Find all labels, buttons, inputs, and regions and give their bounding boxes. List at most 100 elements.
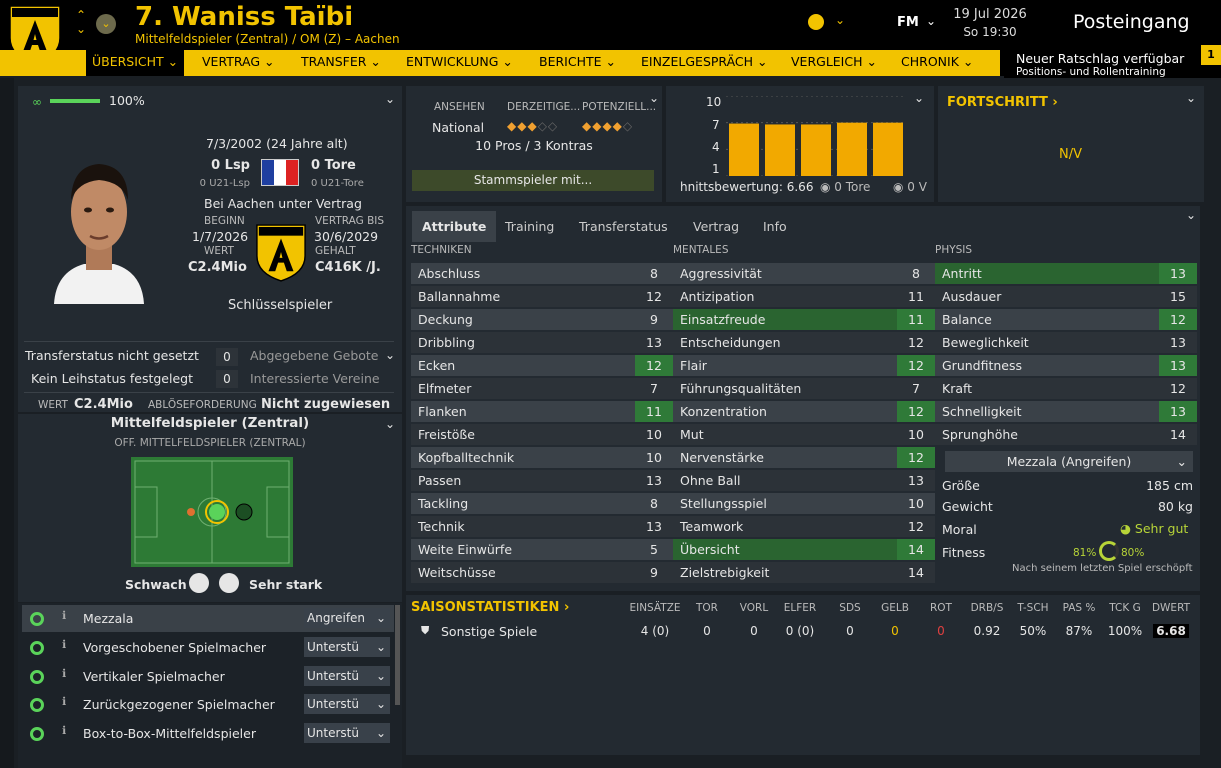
attribute-row[interactable]: Flanken 11 <box>411 401 673 424</box>
attribute-row[interactable]: Einsatzfreude 11 <box>673 309 935 332</box>
morale-value[interactable]: ◕ Sehr gut <box>1120 521 1188 536</box>
tab-vergleich[interactable]: VERGLEICH ⌄ <box>791 50 877 74</box>
role-row[interactable]: ℹ Vorgeschobener Spielmacher Unterstü ⌄ <box>22 634 394 661</box>
attribute-row[interactable]: Ballannahme 12 <box>411 286 673 309</box>
attribute-row[interactable]: Zielstrebigkeit 14 <box>673 562 935 585</box>
tab-vertrag[interactable]: VERTRAG ⌄ <box>202 50 275 74</box>
attribute-row[interactable]: Kraft 12 <box>935 378 1197 401</box>
ball-icon[interactable] <box>808 14 824 30</box>
attribute-row[interactable]: Flair 12 <box>673 355 935 378</box>
attribute-row[interactable]: Nervenstärke 12 <box>673 447 935 470</box>
attribute-row[interactable]: Technik 13 <box>411 516 673 539</box>
tab-einzelgespraech[interactable]: EINZELGESPRÄCH ⌄ <box>641 50 768 74</box>
attribute-row[interactable]: Übersicht 14 <box>673 539 935 562</box>
asking-price[interactable]: Nicht zugewiesen <box>261 397 390 412</box>
form-bar[interactable] <box>801 124 831 176</box>
attribute-row[interactable]: Ohne Ball 13 <box>673 470 935 493</box>
chevron-down-icon[interactable]: ⌄ <box>1186 91 1196 105</box>
attribute-row[interactable]: Mut 10 <box>673 424 935 447</box>
club-crest-icon[interactable] <box>255 222 307 284</box>
transfer-status[interactable]: Transferstatus nicht gesetzt <box>25 348 199 363</box>
info-icon[interactable]: ℹ <box>62 609 66 622</box>
duty-select[interactable]: Unterstü ⌄ <box>304 723 390 743</box>
duty-select[interactable]: Unterstü ⌄ <box>304 666 390 686</box>
attribute-row[interactable]: Antritt 13 <box>935 263 1197 286</box>
attribute-row[interactable]: Passen 13 <box>411 470 673 493</box>
personality-button[interactable]: Stammspieler mit... <box>412 170 654 191</box>
info-icon[interactable]: ℹ <box>62 667 66 680</box>
attribute-row[interactable]: Antizipation 11 <box>673 286 935 309</box>
attribute-row[interactable]: Freistöße 10 <box>411 424 673 447</box>
chevron-down-icon[interactable]: ⌄ <box>385 348 395 362</box>
attribute-row[interactable]: Teamwork 12 <box>673 516 935 539</box>
progress-title[interactable]: FORTSCHRITT › <box>947 95 1058 110</box>
role-row[interactable]: ℹ Vertikaler Spielmacher Unterstü ⌄ <box>22 663 394 690</box>
player-position-club[interactable]: Mittelfeldspieler (Zentral) / OM (Z) – A… <box>135 32 400 46</box>
stat-header[interactable]: DWERT <box>1141 602 1201 614</box>
attribute-row[interactable]: Abschluss 8 <box>411 263 673 286</box>
attribute-row[interactable]: Ecken 12 <box>411 355 673 378</box>
tab-info[interactable]: Info <box>763 211 787 242</box>
role-row[interactable]: ℹ Zurückgezogener Spielmacher Unterstü ⌄ <box>22 691 394 718</box>
arrow-down-icon[interactable]: ⌄ <box>73 22 89 36</box>
pros-cons[interactable]: 10 Pros / 3 Kontras <box>406 138 662 153</box>
nationality-flag-icon[interactable] <box>261 159 299 186</box>
attribute-row[interactable]: Weite Einwürfe 5 <box>411 539 673 562</box>
attribute-row[interactable]: Kopfballtechnik 10 <box>411 447 673 470</box>
info-icon[interactable]: ℹ <box>62 638 66 651</box>
attribute-row[interactable]: Schnelligkeit 13 <box>935 401 1197 424</box>
attribute-row[interactable]: Dribbling 13 <box>411 332 673 355</box>
tab-chronik[interactable]: CHRONIK ⌄ <box>901 50 973 74</box>
tab-training[interactable]: Training <box>505 211 554 242</box>
chevron-down-icon[interactable]: ⌄ <box>649 91 659 105</box>
arrow-up-icon[interactable]: ⌃ <box>73 8 89 22</box>
attribute-row[interactable]: Konzentration 12 <box>673 401 935 424</box>
chevron-down-icon[interactable]: ⌄ <box>385 417 395 431</box>
chevron-down-icon[interactable]: ⌄ <box>835 13 845 27</box>
fm-logo[interactable]: FM <box>897 15 919 30</box>
chevron-down-icon[interactable]: ⌄ <box>926 14 936 28</box>
attribute-row[interactable]: Entscheidungen 12 <box>673 332 935 355</box>
tab-entwicklung[interactable]: ENTWICKLUNG ⌄ <box>406 50 513 74</box>
attribute-row[interactable]: Weitschüsse 9 <box>411 562 673 585</box>
season-stats-title[interactable]: SAISONSTATISTIKEN › <box>411 600 569 615</box>
tab-attribute[interactable]: Attribute <box>412 211 497 242</box>
attribute-row[interactable]: Tackling 8 <box>411 493 673 516</box>
contract-club[interactable]: Bei Aachen unter Vertrag <box>204 196 362 211</box>
player-menu-chevron-icon[interactable]: ⌄ <box>96 14 116 34</box>
attribute-row[interactable]: Grundfitness 13 <box>935 355 1197 378</box>
loan-status[interactable]: Kein Leihstatus festgelegt <box>31 371 193 386</box>
stat-header[interactable]: EINSÄTZE <box>625 602 685 614</box>
attribute-row[interactable]: Deckung 9 <box>411 309 673 332</box>
form-bar[interactable] <box>837 122 867 176</box>
duty-select[interactable]: Unterstü ⌄ <box>304 637 390 657</box>
inbox-button[interactable]: Posteingang <box>1073 11 1190 33</box>
info-icon[interactable]: ℹ <box>62 695 66 708</box>
duty-select[interactable]: Unterstü ⌄ <box>304 694 390 714</box>
role-row[interactable]: ℹ Box-to-Box-Mittelfeldspieler Unterstü ⌄ <box>22 720 394 747</box>
attribute-row[interactable]: Führungsqualitäten 7 <box>673 378 935 401</box>
form-bar[interactable] <box>765 124 795 176</box>
attribute-row[interactable]: Sprunghöhe 14 <box>935 424 1197 447</box>
player-nav-arrows[interactable]: ⌃ ⌄ <box>73 8 89 36</box>
attribute-row[interactable]: Elfmeter 7 <box>411 378 673 401</box>
form-bar[interactable] <box>873 122 903 176</box>
tab-transfer[interactable]: TRANSFER ⌄ <box>301 50 381 74</box>
form-bar[interactable] <box>729 123 759 176</box>
advice-notification[interactable]: Neuer Ratschlag verfügbar Positions- und… <box>1004 45 1221 78</box>
attribute-row[interactable]: Balance 12 <box>935 309 1197 332</box>
attribute-row[interactable]: Ausdauer 15 <box>935 286 1197 309</box>
tab-vertrag[interactable]: Vertrag <box>693 211 739 242</box>
info-icon[interactable]: ℹ <box>62 724 66 737</box>
attribute-row[interactable]: Beweglichkeit 13 <box>935 332 1197 355</box>
role-select[interactable]: Mezzala (Angreifen) ⌄ <box>945 451 1193 472</box>
squad-status[interactable]: Schlüsselspieler <box>228 298 332 313</box>
tab-transferstatus[interactable]: Transferstatus <box>579 211 668 242</box>
role-row[interactable]: ℹ Mezzala Angreifen ⌄ <box>22 605 394 632</box>
chevron-down-icon[interactable]: ⌄ <box>914 91 924 105</box>
tab-berichte[interactable]: BERICHTE ⌄ <box>539 50 616 74</box>
duty-select[interactable]: Angreifen ⌄ <box>304 608 390 628</box>
chevron-down-icon[interactable]: ⌄ <box>385 92 395 106</box>
tab-uebersicht[interactable]: ÜBERSICHT ⌄ <box>86 50 185 76</box>
attribute-row[interactable]: Stellungsspiel 10 <box>673 493 935 516</box>
